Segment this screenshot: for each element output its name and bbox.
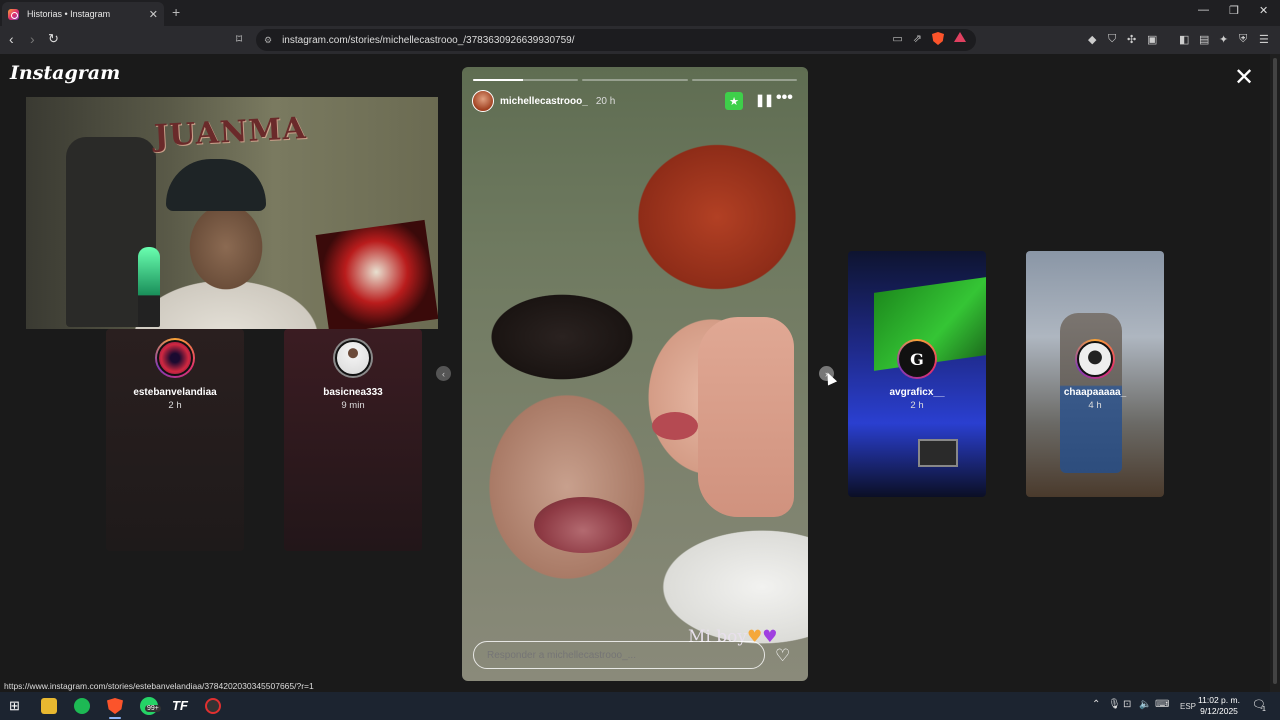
notification-count: 1 bbox=[1262, 706, 1266, 713]
tray-chevron-icon[interactable]: ⌃ bbox=[1092, 699, 1100, 710]
active-app-indicator bbox=[109, 717, 121, 719]
microphone bbox=[138, 247, 160, 327]
share-icon[interactable]: ⇗ bbox=[913, 32, 922, 45]
previous-story-chevron-icon[interactable]: ‹ bbox=[436, 366, 451, 381]
extensions-puzzle-icon[interactable]: ✣ bbox=[1127, 33, 1136, 46]
cast-icon[interactable]: ▭ bbox=[892, 32, 902, 45]
reload-icon[interactable]: ↻ bbox=[48, 31, 59, 47]
like-heart-icon[interactable]: ♡ bbox=[775, 647, 790, 664]
purple-heart-icon: ♥ bbox=[762, 627, 778, 647]
close-stories-icon[interactable]: ✕ bbox=[1234, 66, 1254, 90]
leo-ai-icon[interactable]: ✦ bbox=[1219, 33, 1228, 46]
browser-tab-bar: Historias • Instagram ✕ + — ❐ ✕ bbox=[0, 0, 1280, 26]
wall-art bbox=[315, 219, 438, 329]
progress-segment-3 bbox=[691, 79, 797, 81]
close-friends-star-icon: ★ bbox=[725, 92, 743, 110]
avatar bbox=[335, 340, 371, 376]
file-explorer-icon[interactable] bbox=[41, 698, 57, 714]
cap bbox=[166, 159, 266, 211]
forward-icon[interactable]: › bbox=[30, 31, 35, 47]
network-icon[interactable]: ⊡ bbox=[1123, 699, 1131, 710]
pause-icon[interactable]: ❚❚ bbox=[755, 93, 774, 107]
progress-segment-1 bbox=[473, 79, 579, 81]
webcam-overlay: JUANMA bbox=[26, 97, 438, 329]
story-username: avgraficx__ bbox=[889, 387, 945, 398]
avatar bbox=[1077, 341, 1113, 377]
windows-taskbar: ⊞ 99+ TF ⌃ 🎙 ⊡ 🔈 ⌨ ESP 11:02 p. m. 9/12/… bbox=[0, 692, 1280, 720]
spotify-icon[interactable] bbox=[74, 698, 90, 714]
progress-segment-2 bbox=[582, 79, 688, 81]
story-preview-avgraficx[interactable]: G avgraficx__ 2 h bbox=[848, 251, 986, 497]
browser-tab[interactable]: Historias • Instagram ✕ bbox=[2, 2, 164, 26]
story-preview-basicnea333[interactable]: basicnea333 9 min bbox=[284, 329, 422, 551]
story-header: michellecastrooo_ 20 h bbox=[472, 89, 798, 113]
story-avatar-ring bbox=[155, 338, 195, 378]
volume-icon[interactable]: 🔈 bbox=[1139, 699, 1151, 710]
system-clock[interactable]: 11:02 p. m. 9/12/2025 bbox=[1190, 695, 1248, 717]
scrollbar-thumb[interactable] bbox=[1273, 58, 1277, 684]
restore-icon[interactable]: ❐ bbox=[1229, 4, 1239, 17]
clock-time: 11:02 p. m. bbox=[1198, 695, 1240, 705]
story-photo-hand bbox=[698, 317, 794, 517]
story-avatar-ring: G bbox=[897, 339, 937, 379]
tab-title: Historias • Instagram bbox=[27, 9, 111, 19]
address-bar[interactable]: ⚙ instagram.com/stories/michellecastrooo… bbox=[256, 29, 976, 51]
story-photo-lips bbox=[652, 412, 698, 440]
wall-sign: JUANMA bbox=[153, 111, 308, 154]
story-avatar-ring bbox=[1075, 339, 1115, 379]
app-record-icon[interactable] bbox=[205, 698, 221, 714]
story-time: 9 min bbox=[341, 400, 365, 411]
tf-app-icon[interactable]: TF bbox=[172, 698, 192, 714]
extension-diamond-icon[interactable]: ◆ bbox=[1088, 33, 1096, 46]
preview-monitor bbox=[918, 439, 958, 467]
avatar: G bbox=[899, 341, 935, 377]
story-photo-mouth bbox=[534, 497, 632, 553]
address-url: instagram.com/stories/michellecastrooo_/… bbox=[282, 34, 575, 46]
keyboard-icon[interactable]: ⌨ bbox=[1155, 699, 1169, 710]
story-username[interactable]: michellecastrooo_ bbox=[500, 96, 588, 107]
brave-rewards-icon[interactable] bbox=[954, 32, 966, 42]
avatar bbox=[157, 340, 193, 376]
tab-close-icon[interactable]: ✕ bbox=[149, 8, 158, 21]
window-close-icon[interactable]: ✕ bbox=[1259, 4, 1268, 17]
brave-browser-icon[interactable] bbox=[107, 698, 123, 714]
site-info-icon[interactable]: ⚙ bbox=[264, 35, 272, 46]
mouse-cursor-icon bbox=[822, 370, 838, 386]
windows-start-icon[interactable]: ⊞ bbox=[9, 698, 25, 714]
story-preview-estebanvelandiaa[interactable]: estebanvelandiaa 2 h bbox=[106, 329, 244, 551]
progress-fill bbox=[473, 79, 523, 81]
story-username: estebanvelandiaa bbox=[133, 387, 217, 398]
story-time: 4 h bbox=[1088, 400, 1102, 411]
menu-icon[interactable]: ☰ bbox=[1259, 33, 1269, 46]
instagram-favicon-icon bbox=[8, 8, 19, 20]
microphone-tray-icon[interactable]: 🎙 bbox=[1108, 699, 1121, 710]
wallet-icon[interactable]: ▤ bbox=[1199, 33, 1209, 46]
new-tab-icon[interactable]: + bbox=[172, 4, 180, 20]
story-username: chaapaaaaa_ bbox=[1063, 387, 1127, 398]
extension-shield-icon[interactable]: ⛉ bbox=[1108, 33, 1116, 46]
story-preview-chaapaaaaa[interactable]: chaapaaaaa_ 4 h bbox=[1026, 251, 1164, 497]
brave-shields-icon[interactable] bbox=[932, 32, 944, 45]
back-icon[interactable]: ‹ bbox=[9, 31, 14, 47]
reply-input[interactable] bbox=[473, 641, 765, 669]
extension-box-icon[interactable]: ▣ bbox=[1147, 33, 1157, 46]
story-time: 2 h bbox=[910, 400, 924, 411]
story-progress-bar bbox=[473, 79, 797, 81]
whatsapp-badge: 99+ bbox=[145, 705, 161, 712]
vpn-icon[interactable]: ⛨ bbox=[1239, 33, 1247, 46]
story-username: basicnea333 bbox=[323, 387, 383, 398]
active-story[interactable]: michellecastrooo_ 20 h ★ ❚❚ ••• Mi boy♥♥… bbox=[462, 67, 808, 681]
sidebar-toggle-icon[interactable]: ◧ bbox=[1179, 33, 1189, 46]
story-user-avatar[interactable] bbox=[472, 90, 494, 112]
story-time: 2 h bbox=[168, 400, 182, 411]
page-scrollbar[interactable] bbox=[1270, 54, 1280, 692]
clock-date: 9/12/2025 bbox=[1200, 706, 1238, 716]
stories-page: Instagram ✕ JUANMA estebanvelandiaa 2 h … bbox=[0, 54, 1270, 692]
more-options-icon[interactable]: ••• bbox=[776, 89, 793, 107]
story-avatar-ring bbox=[333, 338, 373, 378]
instagram-logo[interactable]: Instagram bbox=[10, 62, 120, 84]
bookmark-icon[interactable]: ⌑ bbox=[236, 32, 242, 46]
minimize-icon[interactable]: — bbox=[1198, 4, 1209, 16]
story-time: 20 h bbox=[595, 95, 616, 107]
